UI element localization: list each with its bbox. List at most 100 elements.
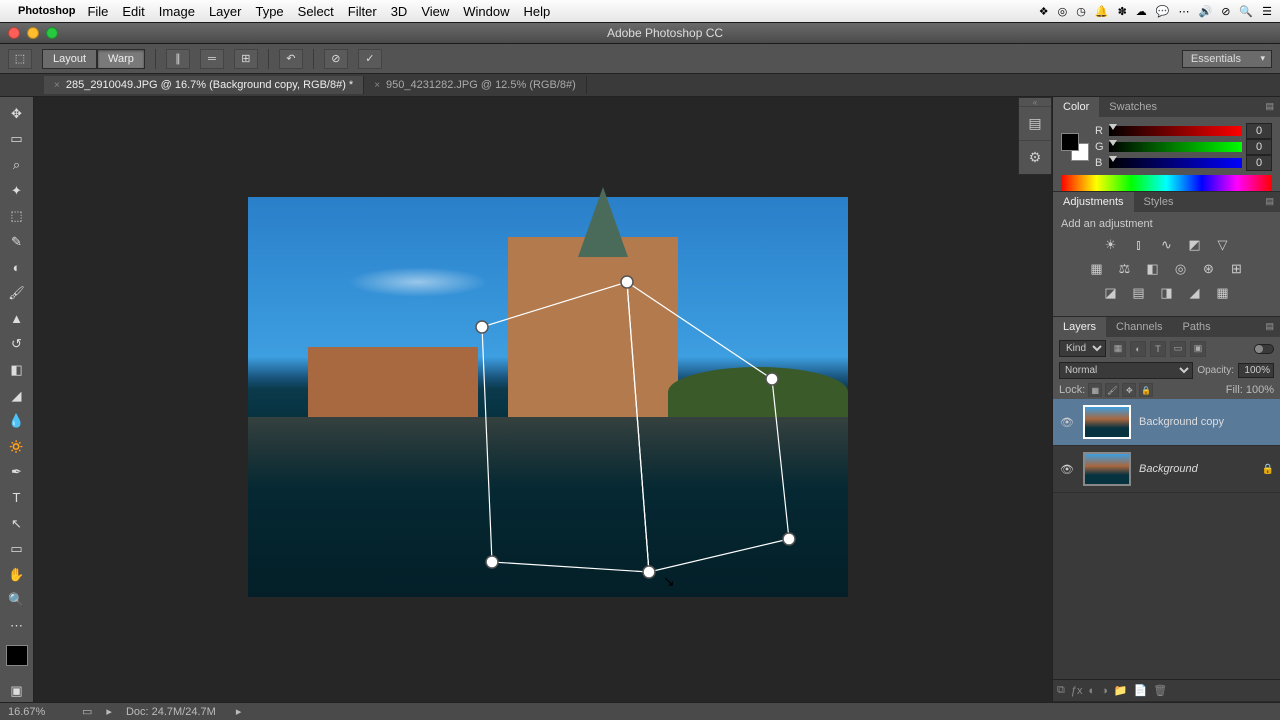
styles-tab[interactable]: Styles [1134,192,1184,212]
tray-icon[interactable]: ☁ [1136,5,1147,18]
filter-adjust-icon[interactable]: ◐ [1130,341,1146,357]
canvas[interactable]: ↘ [34,97,1052,702]
lock-all-icon[interactable]: 🔒 [1139,383,1153,397]
layer-visibility-icon[interactable]: 👁 [1059,463,1075,476]
zoom-tool[interactable]: 🔍 [4,590,30,612]
menu-image[interactable]: Image [159,4,195,19]
b-slider[interactable] [1109,158,1242,168]
color-balance-icon[interactable]: ⚖ [1115,260,1135,278]
shape-tool[interactable]: ▭ [4,538,30,560]
blend-mode-select[interactable]: Normal [1059,362,1193,379]
layer-filter-kind[interactable]: Kind [1059,340,1106,357]
magic-wand-tool[interactable]: ✦ [4,180,30,202]
menu-window[interactable]: Window [463,4,509,19]
straighten-both-icon[interactable]: ⊞ [234,49,258,69]
tray-search-icon[interactable]: 🔍 [1239,5,1253,18]
layer-row[interactable]: 👁 Background copy [1053,399,1280,446]
layer-thumbnail[interactable] [1083,452,1131,486]
g-slider[interactable] [1109,142,1242,152]
close-window-button[interactable] [8,27,20,39]
layout-mode-button[interactable]: Layout [42,49,97,69]
brightness-contrast-icon[interactable]: ☀ [1101,236,1121,254]
status-menu-icon[interactable]: ▸ [236,705,242,718]
menu-help[interactable]: Help [524,4,551,19]
status-arrow-icon[interactable]: ▸ [106,705,112,718]
filter-shape-icon[interactable]: ▭ [1170,341,1186,357]
menu-layer[interactable]: Layer [209,4,242,19]
g-value[interactable]: 0 [1246,139,1272,155]
tray-icon[interactable]: ✽ [1118,5,1127,18]
history-panel-icon[interactable]: ▤ [1019,106,1051,140]
color-tab[interactable]: Color [1053,97,1099,117]
straighten-horizontal-icon[interactable]: ═ [200,49,224,69]
layer-row[interactable]: 👁 Background 🔒 [1053,446,1280,493]
photo-filter-icon[interactable]: ◎ [1171,260,1191,278]
menu-view[interactable]: View [421,4,449,19]
panel-menu-icon[interactable]: ▤ [1259,317,1280,337]
tray-volume-icon[interactable]: 🔊 [1199,5,1213,18]
history-brush-tool[interactable]: ↺ [4,333,30,355]
eyedropper-tool[interactable]: ✎ [4,231,30,253]
filter-type-icon[interactable]: T [1150,341,1166,357]
pen-tool[interactable]: ✒ [4,462,30,484]
b-value[interactable]: 0 [1246,155,1272,171]
tray-icon[interactable]: 💬 [1156,5,1170,18]
blur-tool[interactable]: 💧 [4,410,30,432]
tray-icon[interactable]: ◷ [1076,5,1086,18]
minimize-window-button[interactable] [27,27,39,39]
layer-name[interactable]: Background [1139,463,1198,475]
crop-tool[interactable]: ⬚ [4,205,30,227]
type-tool[interactable]: T [4,487,30,509]
lock-position-icon[interactable]: ✥ [1122,383,1136,397]
new-fill-icon[interactable]: ◑ [1101,685,1108,697]
workspace-switcher[interactable]: Essentials [1182,50,1272,68]
layer-thumbnail[interactable] [1083,405,1131,439]
tray-menu-icon[interactable]: ☰ [1262,5,1272,18]
close-tab-icon[interactable]: × [374,80,380,91]
invert-icon[interactable]: ◪ [1101,284,1121,302]
channel-mixer-icon[interactable]: ⊛ [1199,260,1219,278]
move-tool[interactable]: ✥ [4,103,30,125]
link-layers-icon[interactable]: ⧉ [1057,684,1065,697]
menu-filter[interactable]: Filter [348,4,377,19]
warp-mode-button[interactable]: Warp [97,49,145,69]
hand-tool[interactable]: ✋ [4,564,30,586]
menu-type[interactable]: Type [255,4,283,19]
threshold-icon[interactable]: ◨ [1157,284,1177,302]
menu-file[interactable]: File [87,4,108,19]
tray-icon[interactable]: 🔔 [1095,5,1109,18]
gradient-map-icon[interactable]: ◢ [1185,284,1205,302]
fill-value[interactable]: 100% [1246,384,1274,396]
delete-layer-icon[interactable]: 🗑 [1153,684,1167,697]
vibrance-icon[interactable]: ▽ [1213,236,1233,254]
zoom-level[interactable]: 16.67% [8,706,68,718]
eraser-tool[interactable]: ◧ [4,359,30,381]
exposure-icon[interactable]: ◩ [1185,236,1205,254]
document-tab[interactable]: × 950_4231282.JPG @ 12.5% (RGB/8#) [364,76,587,94]
lock-transparent-icon[interactable]: ▦ [1088,383,1102,397]
layer-name[interactable]: Background copy [1139,416,1224,428]
menu-edit[interactable]: Edit [122,4,144,19]
curves-icon[interactable]: ∿ [1157,236,1177,254]
paths-tab[interactable]: Paths [1173,317,1221,337]
filter-smart-icon[interactable]: ▣ [1190,341,1206,357]
layer-mask-icon[interactable]: ◐ [1088,685,1095,697]
tray-icon[interactable]: ⊘ [1221,5,1230,18]
filter-toggle[interactable] [1254,344,1274,354]
color-lookup-icon[interactable]: ⊞ [1227,260,1247,278]
document-tab[interactable]: × 285_2910049.JPG @ 16.7% (Background co… [44,76,364,94]
marquee-tool[interactable]: ▭ [4,129,30,151]
gradient-tool[interactable]: ◢ [4,385,30,407]
layer-style-icon[interactable]: ƒx [1071,685,1083,697]
cancel-icon[interactable]: ⊘ [324,49,348,69]
tray-icon[interactable]: ◎ [1058,5,1068,18]
dodge-tool[interactable]: 🔅 [4,436,30,458]
adjustments-tab[interactable]: Adjustments [1053,192,1134,212]
color-spectrum[interactable] [1061,175,1272,191]
selective-color-icon[interactable]: ▦ [1213,284,1233,302]
menu-3d[interactable]: 3D [391,4,408,19]
new-group-icon[interactable]: 📁 [1114,684,1128,697]
status-icon[interactable]: ▭ [82,705,92,718]
dock-collapse-icon[interactable]: « [1019,98,1051,106]
color-fg-bg-swatch[interactable] [1061,133,1089,161]
